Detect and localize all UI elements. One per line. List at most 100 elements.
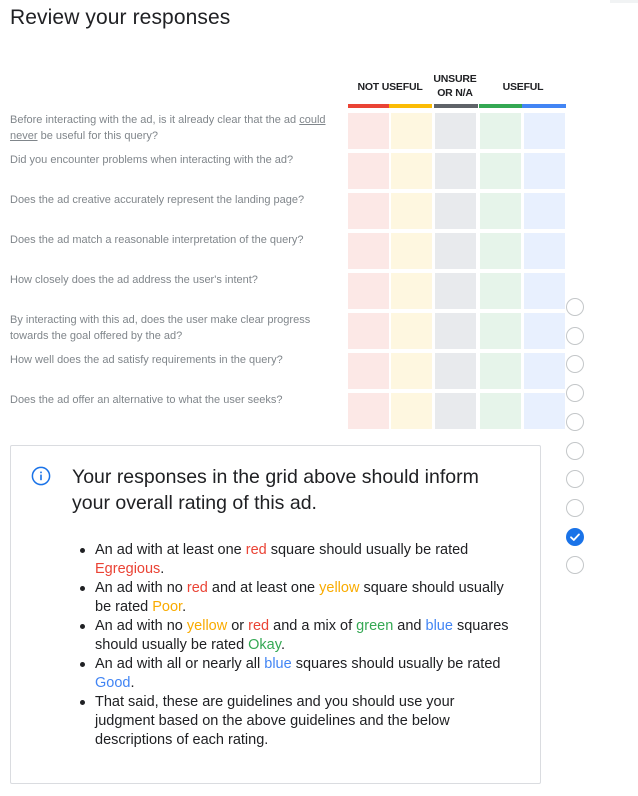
guidance-bullet: An ad with at least one red square shoul… [80,541,515,579]
grid-cell-yellow[interactable] [391,233,432,269]
grid-cell-green[interactable] [480,273,521,309]
column-header-not-useful: NOT USEFUL [357,81,423,93]
question-text: Before interacting with the ad, is it al… [10,113,338,144]
rating-radio[interactable] [566,470,584,488]
grid-cell-red[interactable] [348,193,389,229]
grid-cell-grey[interactable] [435,313,476,349]
guidance-bullet: An ad with all or nearly all blue square… [80,655,515,693]
question-text-part: Does the ad offer an alternative to what… [10,394,283,406]
rating-radio[interactable] [566,413,584,431]
bullet-text: An ad with no [95,618,187,634]
question-text-part: Did you encounter problems when interact… [10,154,294,166]
grid-cell-blue[interactable] [524,193,565,229]
grid-cell-grey[interactable] [435,393,476,429]
question-text-part: Before interacting with the ad, is it al… [10,114,300,126]
grid-cell-yellow[interactable] [391,273,432,309]
bar-green [479,104,522,108]
grid-cell-yellow[interactable] [391,353,432,389]
grid-cell-yellow[interactable] [391,193,432,229]
grid-cell-red[interactable] [348,353,389,389]
bullet-text: and at least one [207,580,320,596]
grid-cell-yellow[interactable] [391,313,432,349]
colored-term: Poor [152,599,183,615]
grid-cell-red[interactable] [348,233,389,269]
grid-cell-grey[interactable] [435,273,476,309]
grid-cell-blue[interactable] [524,393,565,429]
grid-cell-green[interactable] [480,113,521,149]
grid-cell-green[interactable] [480,393,521,429]
rating-radio[interactable] [566,499,584,517]
colored-term: green [356,618,394,634]
column-header-useful: USEFUL [502,81,544,93]
bullet-text: An ad with no [95,580,187,596]
bullet-text: . [182,599,187,615]
grid-cell-blue[interactable] [524,233,565,269]
question-text-part: Does the ad creative accurately represen… [10,194,305,206]
guidance-card: Your responses in the grid above should … [10,445,541,784]
grid-cell-grey[interactable] [435,353,476,389]
grid-cell-red[interactable] [348,113,389,149]
grid-cell-red[interactable] [348,313,389,349]
grid-cell-grey[interactable] [435,153,476,189]
bar-yellow [389,104,432,108]
colored-term: Okay [248,637,281,653]
bar-blue [522,104,566,108]
colored-term: Good [95,675,131,691]
question-text: Does the ad creative accurately represen… [10,193,338,209]
grid-cell-green[interactable] [480,193,521,229]
bullet-text: and a mix of [269,618,357,634]
grid-cell-yellow[interactable] [391,393,432,429]
grid-cell-grey[interactable] [435,193,476,229]
column-header-unsure: UNSURE OR N/A [433,72,477,100]
guidance-bullet: An ad with no yellow or red and a mix of… [80,617,515,655]
bullet-text: An ad with at least one [95,542,246,558]
question-text: How well does the ad satisfy requirement… [10,353,338,369]
grid-cell-yellow[interactable] [391,113,432,149]
rating-radio[interactable] [566,556,584,574]
colored-term: red [248,618,270,634]
grid-cell-grey[interactable] [435,233,476,269]
question-text: By interacting with this ad, does the us… [10,313,338,344]
bar-red [348,104,389,108]
question-text-part: By interacting with this ad, does the us… [10,314,311,342]
checkmark-icon [570,533,580,541]
grid-cell-red[interactable] [348,153,389,189]
bullet-text: . [280,637,285,653]
grid-cell-green[interactable] [480,353,521,389]
rating-radio[interactable] [566,442,584,460]
column-header-unsure-line1: UNSURE [433,73,477,85]
colored-term: Egregious [95,561,161,577]
grid-cell-blue[interactable] [524,313,565,349]
grid-cell-yellow[interactable] [391,153,432,189]
guidance-bullet: An ad with no red and at least one yello… [80,579,515,617]
question-text-part: How closely does the ad address the user… [10,274,258,286]
bullet-text: An ad with all or nearly all [95,656,265,672]
rating-radio[interactable] [566,384,584,402]
rating-radio[interactable] [566,298,584,316]
guidance-bullet: That said, these are guidelines and you … [80,693,515,750]
bullet-text: or [227,618,249,634]
question-text-part: Does the ad match a reasonable interpret… [10,234,304,246]
question-text-part: How well does the ad satisfy requirement… [10,354,283,366]
rating-radio[interactable] [566,327,584,345]
grid-cell-green[interactable] [480,153,521,189]
guidance-title: Your responses in the grid above should … [72,466,479,514]
column-header-unsure-line2: OR N/A [437,87,473,99]
colored-term: red [245,542,267,558]
grid-cell-blue[interactable] [524,153,565,189]
grid-cell-blue[interactable] [524,273,565,309]
bullet-text: square should usually be rated [266,542,469,558]
grid-cell-grey[interactable] [435,113,476,149]
bullet-text: and [393,618,426,634]
rating-radio[interactable] [566,355,584,373]
grid-cell-green[interactable] [480,313,521,349]
grid-cell-red[interactable] [348,393,389,429]
grid-cell-red[interactable] [348,273,389,309]
rating-radio-selected[interactable] [566,528,584,546]
grid-cell-blue[interactable] [524,353,565,389]
info-icon [31,466,51,486]
grid-cell-blue[interactable] [524,113,565,149]
question-text: How closely does the ad address the user… [10,273,338,289]
colored-term: red [186,580,208,596]
grid-cell-green[interactable] [480,233,521,269]
